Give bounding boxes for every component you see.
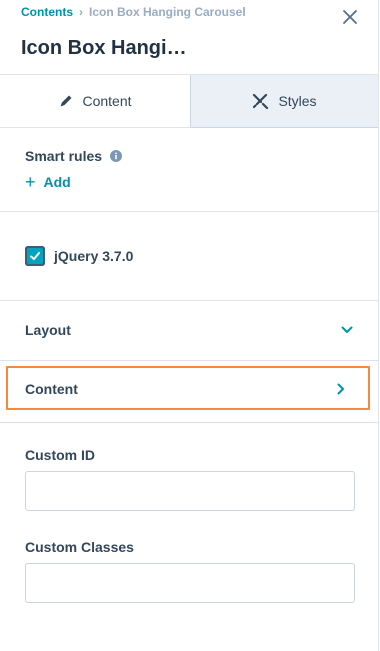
- checkmark-icon: [30, 252, 40, 260]
- custom-classes-label: Custom Classes: [25, 539, 134, 555]
- smart-rules-label: Smart rules: [25, 148, 103, 164]
- tab-content[interactable]: Content: [0, 75, 191, 127]
- accordion-content[interactable]: Content: [6, 366, 370, 410]
- tab-bar: Content Styles: [0, 75, 378, 128]
- breadcrumb-root-link[interactable]: Contents: [21, 5, 73, 19]
- breadcrumb-separator: ›: [79, 5, 83, 19]
- brush-icon: [253, 93, 269, 109]
- add-smart-rule-label: Add: [43, 174, 71, 190]
- accordion-content-label: Content: [25, 381, 78, 397]
- pencil-icon: [60, 95, 72, 107]
- page-title: Icon Box Hangi…: [21, 37, 187, 59]
- sidebar-panel: Contents › Icon Box Hanging Carousel Icon …: [0, 0, 379, 651]
- breadcrumb: Contents › Icon Box Hanging Carousel: [21, 5, 246, 19]
- accordion-layout[interactable]: Layout: [0, 301, 378, 361]
- plus-icon: +: [25, 172, 36, 192]
- custom-classes-input[interactable]: [25, 563, 355, 603]
- breadcrumb-current: Icon Box Hanging Carousel: [89, 5, 246, 19]
- custom-id-input[interactable]: [25, 471, 355, 511]
- tab-styles[interactable]: Styles: [191, 75, 378, 128]
- tab-styles-label: Styles: [278, 93, 317, 109]
- custom-id-label: Custom ID: [25, 447, 95, 463]
- jquery-label: jQuery 3.7.0: [54, 248, 134, 264]
- accordion-layout-label: Layout: [25, 322, 71, 338]
- add-smart-rule-button[interactable]: + Add: [25, 172, 71, 192]
- smart-rules-section: Smart rules + Add: [0, 128, 378, 212]
- tab-content-label: Content: [82, 93, 132, 109]
- info-icon[interactable]: [110, 150, 122, 162]
- chevron-right-icon: [337, 383, 344, 395]
- checkbox-fill: [27, 248, 43, 264]
- chevron-down-icon: [341, 326, 353, 333]
- jquery-checkbox[interactable]: [25, 246, 45, 266]
- close-icon: [343, 10, 357, 24]
- panel-header: Contents › Icon Box Hanging Carousel Icon …: [0, 0, 378, 75]
- close-button[interactable]: [339, 6, 361, 28]
- jquery-section: jQuery 3.7.0: [0, 212, 378, 301]
